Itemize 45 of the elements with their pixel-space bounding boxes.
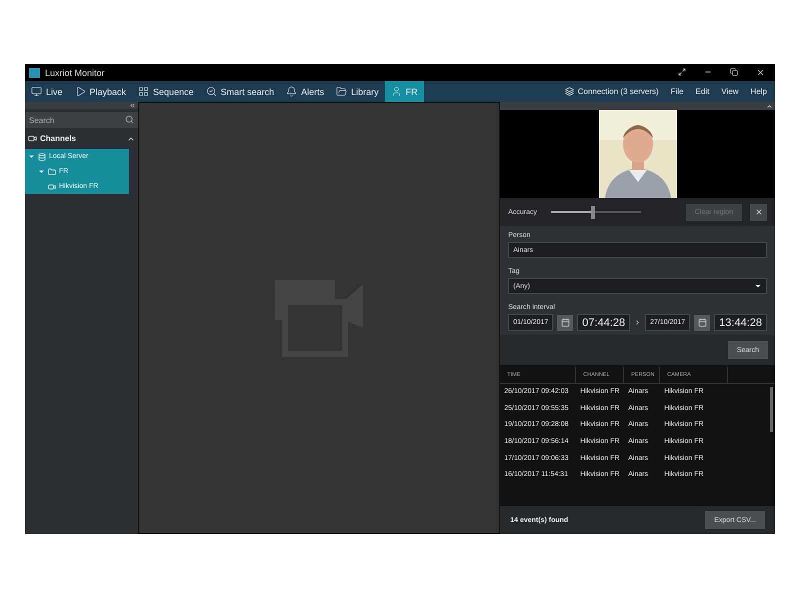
magnifier-icon (206, 86, 217, 97)
nav-tab[interactable]: Library (330, 81, 385, 102)
caret-icon (28, 153, 35, 160)
folder-icon (336, 86, 348, 97)
monitor-icon (31, 86, 42, 97)
menu-item[interactable]: Help (750, 87, 767, 96)
restore-icon[interactable] (730, 68, 738, 76)
menu-item[interactable]: Edit (696, 87, 710, 96)
nav-tab[interactable]: Live (25, 81, 69, 102)
dropdown-icon (754, 282, 762, 290)
app-icon (29, 68, 40, 78)
collapse-icon[interactable] (766, 102, 773, 110)
close-icon[interactable] (756, 68, 765, 77)
caret-icon (38, 168, 45, 175)
connection-menu[interactable]: Connection (3 servers) (564, 87, 659, 96)
time-field[interactable]: 13:44:28 (714, 314, 767, 331)
calendar-icon (560, 318, 570, 327)
folder-icon (48, 168, 56, 176)
nav-tab[interactable]: Smart search (200, 81, 280, 102)
menu-item[interactable]: File (670, 87, 684, 96)
search-field[interactable]: Search (25, 112, 138, 128)
server-icon (38, 152, 46, 160)
layers-icon (564, 87, 574, 96)
close-icon (754, 208, 762, 216)
close-button[interactable] (750, 204, 767, 220)
camera-icon (28, 134, 37, 143)
accuracy-slider[interactable] (549, 206, 644, 218)
scrollbar[interactable] (770, 387, 773, 432)
calendar-button[interactable] (557, 314, 574, 330)
bell-icon (286, 86, 298, 97)
grid-icon (138, 86, 150, 97)
search-icon[interactable] (124, 115, 134, 124)
section-title: Channels (40, 134, 76, 143)
nav-tab[interactable]: Alerts (280, 81, 330, 102)
time-field[interactable]: 07:44:28 (577, 314, 630, 331)
play-icon (74, 86, 86, 97)
nav-tab[interactable]: Playback (68, 81, 132, 102)
expand-icon[interactable] (678, 68, 686, 76)
menu-item[interactable]: View (721, 87, 739, 96)
window-title: Luxriot Monitor (45, 68, 106, 78)
camera-icon (48, 182, 56, 190)
calendar-button[interactable] (694, 314, 710, 330)
user-icon (390, 86, 402, 97)
calendar-icon (698, 318, 707, 327)
nav-tab[interactable]: Sequence (132, 81, 200, 102)
